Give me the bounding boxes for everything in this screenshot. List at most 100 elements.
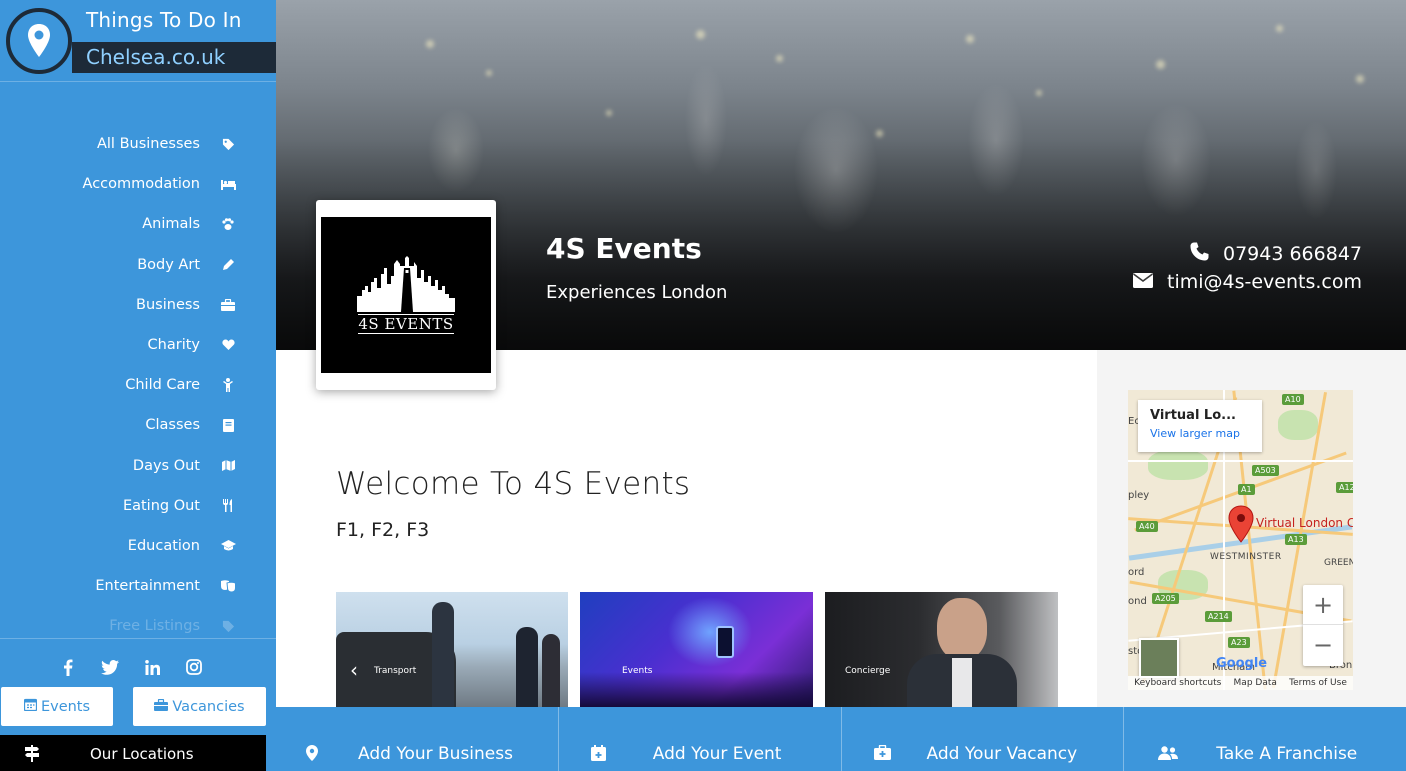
road-label: A503 xyxy=(1252,465,1279,476)
sidebar-item-label: Eating Out xyxy=(122,497,200,514)
road-label: A10 xyxy=(1282,394,1304,405)
map-place-label: ord xyxy=(1128,567,1145,578)
zoom-in-button[interactable]: + xyxy=(1303,585,1343,625)
logo-domain: Chelsea.co.uk xyxy=(72,42,276,73)
twitter-icon[interactable] xyxy=(100,657,120,677)
sidebar-item-label: Child Care xyxy=(125,377,200,394)
business-logo-text: 4S EVENTS xyxy=(358,314,454,334)
sidebar-item-all-businesses[interactable]: All Businesses xyxy=(0,124,276,164)
vacancies-button[interactable]: Vacancies xyxy=(133,687,266,726)
sidebar-item-child-care[interactable]: Child Care xyxy=(0,365,276,405)
city-skyline-icon xyxy=(357,256,455,312)
location-pin-logo-icon xyxy=(6,8,72,74)
vacancies-button-label: Vacancies xyxy=(172,698,245,715)
map-info-card: Virtual Lo... View larger map xyxy=(1138,400,1262,452)
envelope-icon xyxy=(1133,271,1153,293)
satellite-toggle[interactable] xyxy=(1139,638,1179,678)
sidebar-item-label: Business xyxy=(136,296,200,313)
add-your-event-button[interactable]: Add Your Event xyxy=(559,707,842,771)
map-park xyxy=(1148,450,1208,480)
events-button[interactable]: Events xyxy=(1,687,113,726)
book-icon xyxy=(220,418,236,432)
sidebar-footer: Events Vacancies Our Locations xyxy=(0,638,276,771)
pencil-icon xyxy=(220,258,236,271)
zoom-out-button[interactable]: − xyxy=(1303,625,1343,665)
add-your-vacancy-button[interactable]: Add Your Vacancy xyxy=(842,707,1125,771)
cutlery-icon xyxy=(220,499,236,513)
map-place-label: pley xyxy=(1128,490,1150,501)
welcome-heading: Welcome To 4S Events xyxy=(336,466,691,502)
carousel-prev-icon[interactable]: ‹ xyxy=(350,658,358,682)
sidebar-item-days-out[interactable]: Days Out xyxy=(0,446,276,486)
sidebar-item-education[interactable]: Education xyxy=(0,526,276,566)
map-data-link[interactable]: Map Data xyxy=(1234,678,1277,688)
tag-icon xyxy=(220,138,236,151)
facebook-icon[interactable] xyxy=(58,657,78,677)
social-links xyxy=(58,657,204,677)
action-label: Take A Franchise xyxy=(1216,744,1358,764)
gallery-tile-concierge[interactable]: Concierge xyxy=(825,592,1058,707)
signpost-icon xyxy=(24,745,40,766)
action-label: Add Your Event xyxy=(652,744,782,764)
face-figure xyxy=(937,598,987,660)
phone-figure xyxy=(716,626,734,658)
category-menu: All Businesses Accommodation Animals Bod… xyxy=(0,124,276,636)
view-larger-map-link[interactable]: View larger map xyxy=(1150,427,1250,440)
person-figure xyxy=(516,627,538,707)
phone-link[interactable]: 07943 666847 xyxy=(1190,242,1362,266)
crowd-shadow xyxy=(580,672,813,707)
road-label: A214 xyxy=(1205,611,1232,622)
gallery-tile-events[interactable]: Events xyxy=(580,592,813,707)
sidebar-item-eating-out[interactable]: Eating Out xyxy=(0,486,276,526)
sidebar-item-label: Classes xyxy=(145,417,200,434)
email-link[interactable]: timi@4s-events.com xyxy=(1133,271,1362,293)
sidebar-item-charity[interactable]: Charity xyxy=(0,325,276,365)
action-bar: Add Your Business Add Your Event Add You… xyxy=(276,707,1406,771)
theater-masks-icon xyxy=(220,580,236,593)
linkedin-icon[interactable] xyxy=(142,657,162,677)
person-figure xyxy=(542,634,560,707)
site-logo[interactable]: Things To Do In Chelsea.co.uk xyxy=(0,0,276,82)
sidebar-item-label: Education xyxy=(127,537,200,554)
road-label: A12 xyxy=(1336,482,1353,493)
location-map[interactable]: A10 A503 A1 A12 A40 A13 A205 A214 A23 Ec… xyxy=(1128,390,1353,690)
gallery-caption: Transport xyxy=(374,666,417,676)
map-pin-icon[interactable] xyxy=(1228,505,1254,547)
map-street xyxy=(1128,460,1353,462)
map-footer: Keyboard shortcuts Map Data Terms of Use xyxy=(1128,676,1353,690)
gallery-carousel: ‹ Transport Events Concierge xyxy=(336,592,1058,707)
sidebar-item-accommodation[interactable]: Accommodation xyxy=(0,164,276,204)
sidebar-item-label: Animals xyxy=(142,216,200,233)
sidebar-item-label: All Businesses xyxy=(96,136,200,153)
sidebar-item-animals[interactable]: Animals xyxy=(0,204,276,244)
phone-number: 07943 666847 xyxy=(1222,243,1362,265)
sidebar: Things To Do In Chelsea.co.uk All Busine… xyxy=(0,0,276,771)
sidebar-item-free-listings[interactable]: Free Listings xyxy=(0,606,276,636)
gallery-tile-transport[interactable]: ‹ Transport xyxy=(336,592,568,707)
sidebar-item-body-art[interactable]: Body Art xyxy=(0,245,276,285)
sidebar-item-label: Entertainment xyxy=(95,578,200,595)
road-label: A23 xyxy=(1228,637,1250,648)
map-place-label: ond xyxy=(1128,596,1147,607)
our-locations-label: Our Locations xyxy=(90,744,194,763)
add-your-business-button[interactable]: Add Your Business xyxy=(276,707,559,771)
events-button-label: Events xyxy=(40,698,91,715)
calendar-icon xyxy=(23,698,38,715)
action-label: Add Your Business xyxy=(358,744,513,764)
instagram-icon[interactable] xyxy=(184,657,204,677)
business-name: 4S Events xyxy=(546,232,702,265)
terms-of-use-link[interactable]: Terms of Use xyxy=(1289,678,1347,688)
map-area-label: GREEN xyxy=(1324,558,1353,568)
graduation-cap-icon xyxy=(220,540,236,551)
sidebar-item-business[interactable]: Business xyxy=(0,285,276,325)
map-pin-label: Virtual London C xyxy=(1256,516,1353,530)
keyboard-shortcuts-link[interactable]: Keyboard shortcuts xyxy=(1134,678,1221,688)
sidebar-item-entertainment[interactable]: Entertainment xyxy=(0,566,276,606)
phone-icon xyxy=(1190,242,1209,266)
gallery-caption: Events xyxy=(622,666,653,676)
take-a-franchise-button[interactable]: Take A Franchise xyxy=(1124,707,1406,771)
paw-icon xyxy=(220,218,236,231)
sidebar-item-classes[interactable]: Classes xyxy=(0,405,276,445)
business-tagline: Experiences London xyxy=(546,282,728,303)
our-locations-button[interactable]: Our Locations xyxy=(0,735,266,771)
